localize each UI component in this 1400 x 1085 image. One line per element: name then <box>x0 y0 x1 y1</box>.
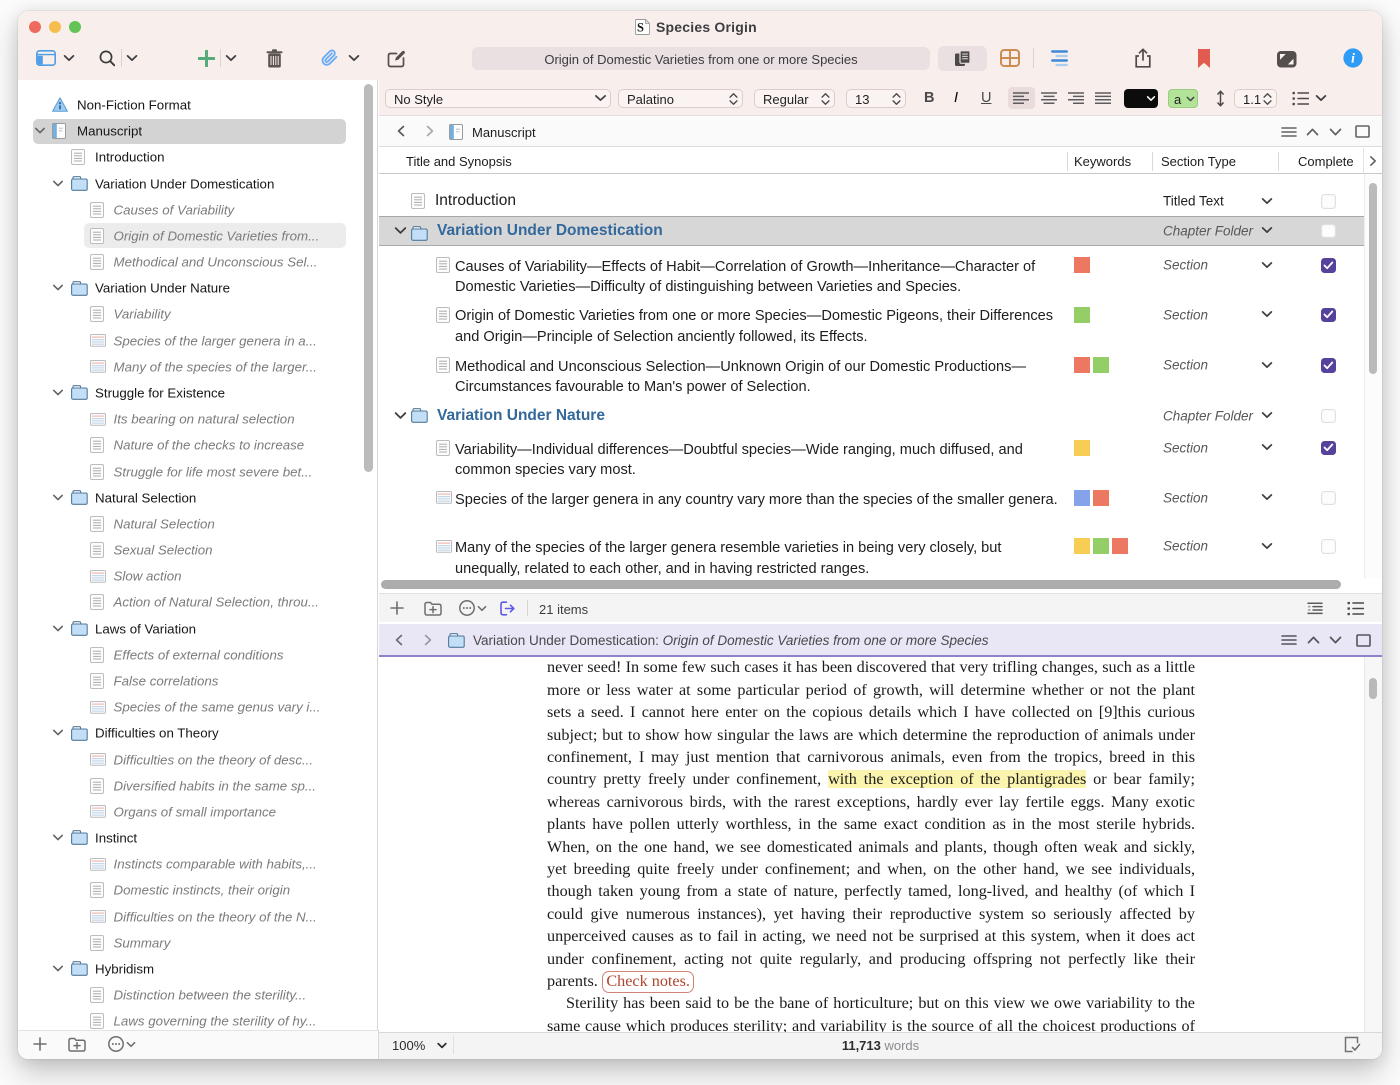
svg-text:i: i <box>1351 51 1355 66</box>
svg-text:S: S <box>637 21 644 35</box>
